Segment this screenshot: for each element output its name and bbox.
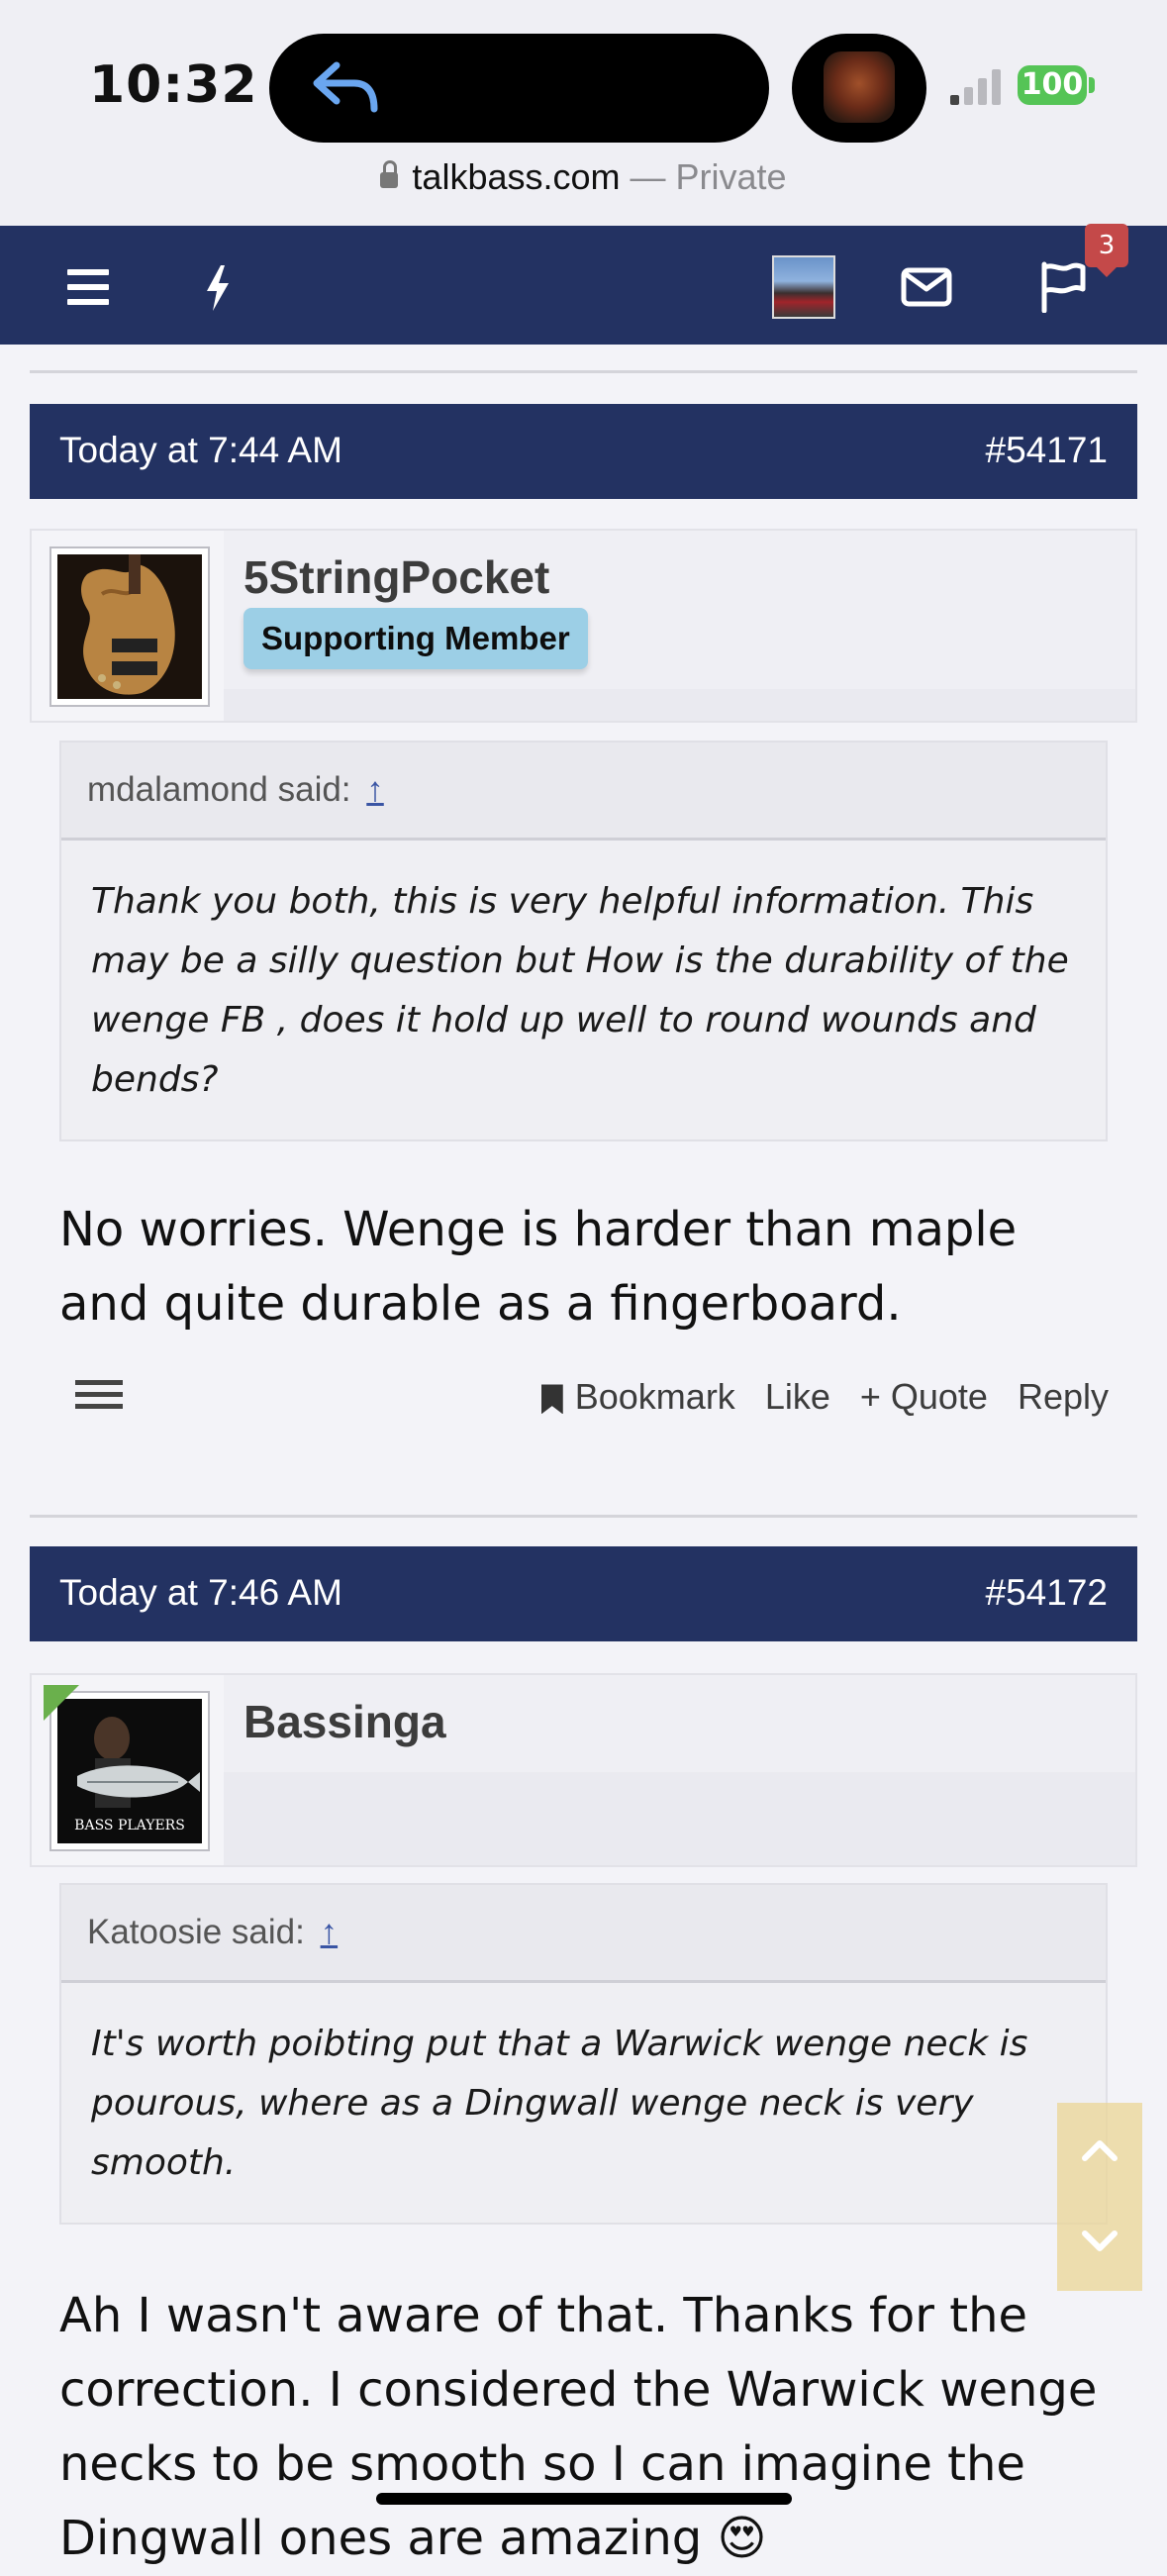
avatar[interactable] bbox=[49, 546, 210, 707]
home-indicator[interactable] bbox=[376, 2493, 792, 2505]
quote-button[interactable]: + Quote bbox=[860, 1376, 988, 1418]
quote-text: Thank you both, this is very helpful inf… bbox=[91, 881, 1069, 1100]
username[interactable]: Bassinga bbox=[243, 1695, 446, 1748]
quote-author[interactable]: Katoosie said: bbox=[87, 1913, 305, 1951]
post-message: No worries. Wenge is harder than maple a… bbox=[59, 1202, 1018, 1332]
quote-attribution: mdalamond said: ↑ bbox=[61, 743, 1106, 841]
notification-badge[interactable]: 3 bbox=[1085, 224, 1128, 277]
clock: 10:32 bbox=[89, 55, 258, 115]
dynamic-island[interactable] bbox=[269, 34, 769, 143]
quote-jump-link[interactable]: ↑ bbox=[366, 770, 384, 809]
quote-attribution: Katoosie said: ↑ bbox=[61, 1885, 1106, 1983]
battery-tip bbox=[1089, 77, 1095, 93]
quote-author[interactable]: mdalamond said: bbox=[87, 770, 351, 809]
post-date[interactable]: Today at 7:46 AM bbox=[59, 1572, 342, 1614]
divider bbox=[30, 370, 1137, 373]
scroll-up-icon[interactable] bbox=[1081, 2138, 1118, 2162]
user-block: BASS PLAYERS Bassinga bbox=[30, 1673, 1137, 1867]
menu-icon[interactable] bbox=[67, 269, 109, 314]
mail-icon[interactable] bbox=[901, 267, 952, 307]
battery-icon: 100 bbox=[1018, 65, 1087, 105]
quote-text: It's worth poibting put that a Warwick w… bbox=[91, 2024, 1028, 2183]
user-info: 5StringPocket Supporting Member bbox=[224, 531, 1135, 689]
post-message: Ah I wasn't aware of that. Thanks for th… bbox=[59, 2288, 1098, 2566]
user-info: Bassinga bbox=[224, 1675, 1135, 1772]
post-header: Today at 7:46 AM #54172 bbox=[30, 1546, 1137, 1641]
avatar-column bbox=[32, 531, 224, 721]
bolt-icon[interactable] bbox=[203, 265, 233, 311]
scroll-down-icon[interactable] bbox=[1081, 2229, 1118, 2253]
lock-icon bbox=[380, 160, 399, 188]
flag-icon[interactable] bbox=[1039, 261, 1087, 313]
site-nav bbox=[0, 226, 1167, 345]
quote-block: Katoosie said: ↑ It's worth poibting put… bbox=[59, 1883, 1108, 2225]
private-label: — Private bbox=[630, 156, 787, 197]
avatar-caption: BASS PLAYERS bbox=[74, 1818, 185, 1833]
post-header: Today at 7:44 AM #54171 bbox=[30, 404, 1137, 499]
scroll-controls bbox=[1057, 2103, 1142, 2291]
bookmark-icon bbox=[540, 1384, 563, 1415]
post-number[interactable]: #54171 bbox=[986, 430, 1108, 471]
new-post-marker bbox=[44, 1685, 79, 1721]
user-block: 5StringPocket Supporting Member bbox=[30, 529, 1137, 723]
divider bbox=[30, 1515, 1137, 1518]
user-avatar[interactable] bbox=[772, 255, 835, 319]
bass-guitar-avatar bbox=[57, 554, 202, 699]
bookmark-button[interactable]: Bookmark bbox=[540, 1376, 735, 1418]
now-playing-thumbnail[interactable] bbox=[792, 34, 926, 143]
post-menu-icon[interactable] bbox=[75, 1380, 123, 1416]
reply-button[interactable]: Reply bbox=[1018, 1376, 1109, 1418]
like-button[interactable]: Like bbox=[765, 1376, 830, 1418]
role-badge: Supporting Member bbox=[243, 608, 588, 669]
username[interactable]: 5StringPocket bbox=[243, 550, 549, 604]
post-actions: Bookmark Like + Quote Reply bbox=[59, 1370, 1109, 1430]
address-bar[interactable]: talkbass.com — Private bbox=[0, 156, 1167, 198]
url-domain: talkbass.com bbox=[412, 156, 621, 197]
post-date[interactable]: Today at 7:44 AM bbox=[59, 430, 342, 471]
quote-block: mdalamond said: ↑ Thank you both, this i… bbox=[59, 741, 1108, 1141]
post-number[interactable]: #54172 bbox=[986, 1572, 1108, 1614]
signal-icon bbox=[950, 67, 1002, 105]
quote-jump-link[interactable]: ↑ bbox=[321, 1913, 339, 1951]
status-bar: 10:32 100 talkbass.com — Private bbox=[0, 0, 1167, 226]
reply-arrow-icon bbox=[313, 61, 378, 113]
album-art bbox=[824, 51, 895, 123]
